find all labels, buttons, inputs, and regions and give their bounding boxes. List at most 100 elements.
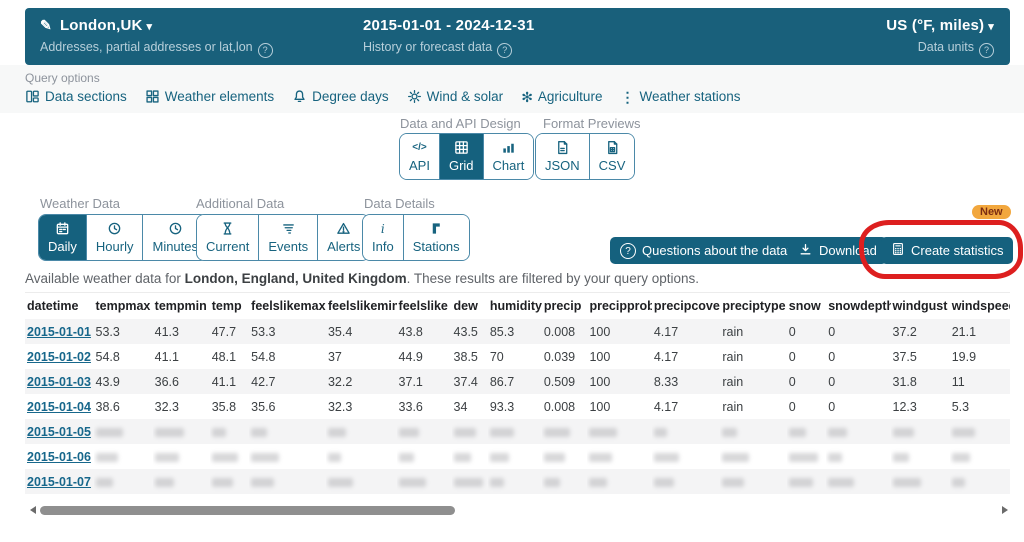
data-details-stations-button[interactable]: Stations bbox=[403, 215, 469, 260]
date-link[interactable]: 2015-01-04 bbox=[27, 400, 91, 414]
sun-icon bbox=[407, 89, 422, 104]
questions-button[interactable]: ? Questions about the data? bbox=[610, 237, 805, 264]
cell-value: 8.33 bbox=[652, 369, 721, 394]
query-option-degree-days[interactable]: Degree days bbox=[292, 89, 389, 104]
download-button[interactable]: Download bbox=[788, 237, 887, 264]
cell-value: 43.9 bbox=[94, 369, 153, 394]
blurred-value bbox=[893, 428, 914, 437]
weather-table: datetimetempmaxtempmintempfeelslikemaxfe… bbox=[25, 292, 1010, 494]
design-grid-button[interactable]: Grid bbox=[439, 134, 483, 179]
help-icon[interactable]: ? bbox=[497, 43, 512, 58]
weather-elements-icon bbox=[145, 89, 160, 104]
cell-value: 54.8 bbox=[249, 344, 326, 369]
cell-value: 21.1 bbox=[950, 319, 1010, 344]
column-header-tempmax: tempmax bbox=[94, 293, 153, 320]
additional-data-events-button[interactable]: Events bbox=[258, 215, 317, 260]
units-selector[interactable]: US (°F, miles)▾ bbox=[886, 17, 994, 34]
question-circle-icon: ? bbox=[620, 242, 636, 260]
additional-data-current-button[interactable]: Current bbox=[197, 215, 258, 260]
location-label: London,UK bbox=[60, 17, 143, 34]
scrollbar-thumb[interactable] bbox=[40, 506, 455, 515]
weather-data-label: Weather Data bbox=[40, 196, 120, 211]
blurred-value bbox=[952, 453, 970, 462]
blurred-value bbox=[589, 478, 607, 487]
query-option-weather-stations[interactable]: ⋮Weather stations bbox=[620, 89, 740, 104]
blurred-value bbox=[212, 478, 233, 487]
help-icon[interactable]: ? bbox=[258, 43, 273, 58]
format-csv-button[interactable]: CSV bbox=[589, 134, 635, 179]
scroll-left-icon[interactable] bbox=[30, 506, 36, 514]
blurred-value bbox=[589, 428, 617, 437]
blurred-value bbox=[789, 478, 813, 487]
design-api-button[interactable]: </>API bbox=[400, 134, 439, 179]
new-badge: New bbox=[972, 205, 1011, 219]
help-icon[interactable]: ? bbox=[979, 43, 994, 58]
date-link[interactable]: 2015-01-03 bbox=[27, 375, 91, 389]
query-option-agriculture[interactable]: ✻Agriculture bbox=[521, 89, 602, 104]
column-header-preciptype: preciptype bbox=[720, 293, 786, 320]
column-header-humidity: humidity bbox=[488, 293, 542, 320]
blurred-value bbox=[155, 453, 179, 462]
dots-vertical-icon: ⋮ bbox=[620, 90, 634, 104]
location-hint: Addresses, partial addresses or lat,lon? bbox=[40, 40, 273, 58]
date-link[interactable]: 2015-01-01 bbox=[27, 325, 91, 339]
alert-triangle-icon bbox=[336, 221, 351, 236]
format-json-button[interactable]: JSON bbox=[536, 134, 589, 179]
blurred-value bbox=[544, 453, 565, 462]
column-header-precipcover: precipcover bbox=[652, 293, 721, 320]
cell-value: rain bbox=[720, 394, 786, 419]
cell-value: 44.9 bbox=[397, 344, 452, 369]
caret-down-icon: ▾ bbox=[988, 21, 994, 33]
blurred-value bbox=[490, 428, 514, 437]
weather-data-hourly-button[interactable]: Hourly bbox=[86, 215, 143, 260]
additional-data-label: Additional Data bbox=[196, 196, 284, 211]
info-icon: i bbox=[381, 221, 385, 236]
results-note: Available weather data for London, Engla… bbox=[25, 271, 699, 286]
scroll-right-icon[interactable] bbox=[1002, 506, 1008, 514]
date-link[interactable]: 2015-01-07 bbox=[27, 475, 91, 489]
design-chart-button[interactable]: Chart bbox=[483, 134, 534, 179]
blurred-value bbox=[155, 428, 184, 437]
date-range-selector[interactable]: 2015-01-01 - 2024-12-31 bbox=[363, 17, 534, 34]
cell-value: 0 bbox=[826, 369, 890, 394]
data-details-info-button[interactable]: iInfo bbox=[363, 215, 403, 260]
date-link[interactable]: 2015-01-02 bbox=[27, 350, 91, 364]
date-link[interactable]: 2015-01-06 bbox=[27, 450, 91, 464]
weather-table-wrap: datetimetempmaxtempmintempfeelslikemaxfe… bbox=[25, 292, 1010, 494]
cell-value: 36.6 bbox=[153, 369, 210, 394]
results-location: London, England, United Kingdom bbox=[185, 271, 407, 286]
cell-value: 100 bbox=[587, 319, 651, 344]
cell-value: 0 bbox=[826, 344, 890, 369]
create-statistics-button[interactable]: Create statistics bbox=[881, 237, 1013, 264]
blurred-value bbox=[893, 453, 909, 462]
blurred-value bbox=[893, 478, 921, 487]
cell-value: 42.7 bbox=[249, 369, 326, 394]
query-option-weather-elements[interactable]: Weather elements bbox=[145, 89, 274, 104]
cell-value: 0.509 bbox=[542, 369, 588, 394]
weather-data-daily-button[interactable]: Daily bbox=[39, 215, 86, 260]
cell-value: 12.3 bbox=[891, 394, 950, 419]
blurred-value bbox=[490, 453, 509, 462]
blurred-value bbox=[654, 478, 674, 487]
download-icon bbox=[798, 242, 813, 260]
ruler-icon bbox=[429, 221, 444, 236]
column-header-feelslike: feelslike bbox=[397, 293, 452, 320]
format-section-label: Format Previews bbox=[543, 116, 641, 131]
query-option-wind-solar[interactable]: Wind & solar bbox=[407, 89, 504, 104]
pencil-icon: ✎ bbox=[40, 17, 52, 33]
blurred-value bbox=[952, 478, 965, 487]
query-option-data-sections[interactable]: Data sections bbox=[25, 89, 127, 104]
cell-value: 41.1 bbox=[210, 369, 249, 394]
location-selector[interactable]: ✎London,UK▾ bbox=[40, 17, 273, 34]
date-link[interactable]: 2015-01-05 bbox=[27, 425, 91, 439]
cell-value: 100 bbox=[587, 344, 651, 369]
blurred-value bbox=[544, 478, 560, 487]
blurred-value bbox=[155, 478, 174, 487]
column-header-datetime: datetime bbox=[25, 293, 94, 320]
blurred-value bbox=[544, 428, 570, 437]
blurred-value bbox=[722, 428, 737, 437]
cell-value: 4.17 bbox=[652, 344, 721, 369]
cell-value: 0 bbox=[787, 344, 826, 369]
cell-value: 0 bbox=[787, 394, 826, 419]
blurred-value bbox=[251, 478, 274, 487]
